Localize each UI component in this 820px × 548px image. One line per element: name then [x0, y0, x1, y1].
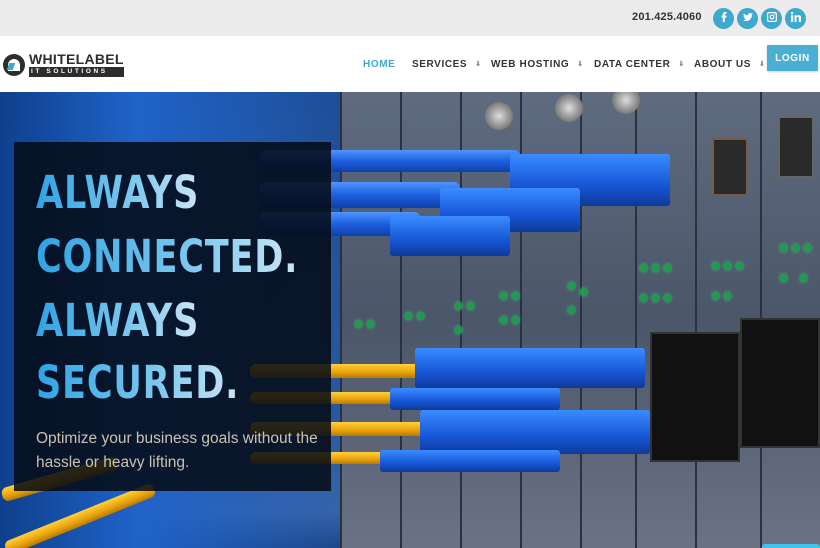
- main-header: WHITELABEL IT SOLUTIONS HOME SERVICES ⇓ W…: [0, 36, 820, 92]
- scroll-to-top-tab[interactable]: [762, 544, 820, 548]
- top-bar: 201.425.4060: [0, 0, 820, 36]
- linkedin-icon: [790, 12, 801, 25]
- hero-subtext: Optimize your business goals without the…: [36, 430, 318, 471]
- logo-wordmark: WHITELABEL: [29, 51, 124, 67]
- logo[interactable]: WHITELABEL IT SOLUTIONS: [3, 52, 124, 77]
- hero-text-panel: ALWAYS CONNECTED. ALWAYS SECURED. Optimi…: [14, 142, 331, 491]
- instagram-icon: [766, 12, 777, 25]
- facebook-icon: [719, 12, 729, 25]
- nav-data-center[interactable]: DATA CENTER ⇓: [594, 59, 685, 70]
- hero-banner: ALWAYS CONNECTED. ALWAYS SECURED. Optimi…: [0, 92, 820, 548]
- twitter-button[interactable]: [737, 8, 758, 29]
- login-button[interactable]: LOGIN: [767, 45, 818, 71]
- logo-tagline: IT SOLUTIONS: [29, 67, 124, 77]
- nav-home[interactable]: HOME: [363, 59, 395, 70]
- nav-web-hosting[interactable]: WEB HOSTING ⇓: [491, 59, 584, 70]
- nav-services[interactable]: SERVICES ⇓: [412, 59, 482, 70]
- nav-about-us[interactable]: ABOUT US ⇓: [694, 59, 766, 70]
- facebook-button[interactable]: [713, 8, 734, 29]
- logo-mark-icon: [3, 53, 25, 76]
- twitter-icon: [742, 12, 753, 25]
- instagram-button[interactable]: [761, 8, 782, 29]
- chevron-down-icon: ⇓: [678, 61, 685, 68]
- chevron-down-icon: ⇓: [475, 61, 482, 68]
- chevron-down-icon: ⇓: [759, 61, 766, 68]
- phone-number[interactable]: 201.425.4060: [632, 11, 702, 23]
- linkedin-button[interactable]: [785, 8, 806, 29]
- hero-headline-line-3: ALWAYS: [36, 290, 199, 352]
- hero-headline-line-1: ALWAYS: [36, 162, 199, 224]
- hero-headline-line-4: SECURED.: [36, 352, 239, 414]
- chevron-down-icon: ⇓: [577, 61, 584, 68]
- hero-headline-line-2: CONNECTED.: [36, 226, 298, 288]
